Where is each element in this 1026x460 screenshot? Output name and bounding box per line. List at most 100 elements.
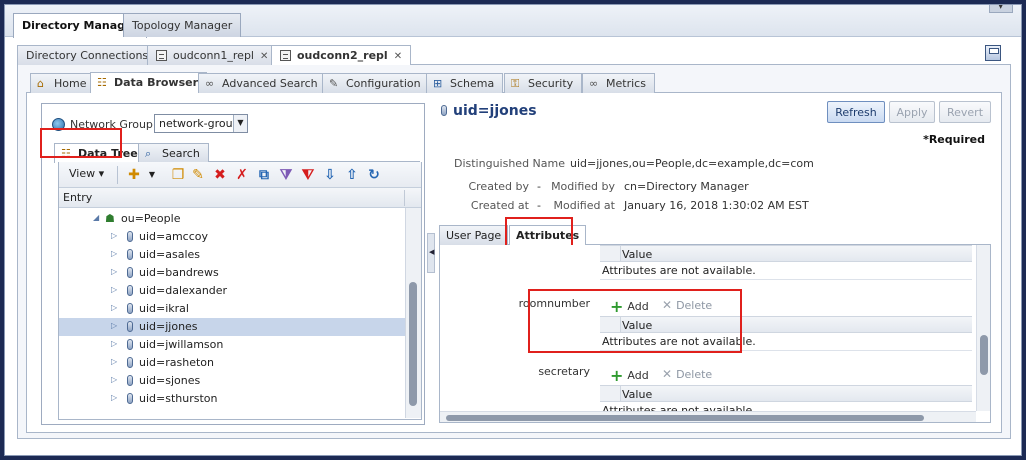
entry-detail-pane: uid=jjones Refresh Apply Revert *Require…	[439, 97, 997, 427]
user-icon	[127, 339, 133, 350]
filter-icon[interactable]: ⧩	[277, 166, 295, 184]
new-from-icon[interactable]: ❐	[169, 166, 187, 184]
tab-metrics[interactable]: ∞ Metrics	[582, 73, 655, 93]
tab-user-page[interactable]: User Page	[439, 225, 509, 245]
tab-schema[interactable]: ⊞ Schema	[426, 73, 504, 93]
user-icon	[127, 357, 133, 368]
scrollbar-thumb[interactable]	[446, 415, 924, 421]
tree-node-people[interactable]: ◢ ☗ ou=People	[59, 210, 405, 228]
tree-scrollbar[interactable]	[405, 208, 421, 418]
created-at-label: Created at	[470, 199, 529, 212]
modified-by-label: Modified by	[551, 180, 615, 193]
app-window: Directory Manager Topology Manager ▼ Dir…	[4, 4, 1022, 456]
collapsed-arrow-icon[interactable]: ▷	[111, 285, 117, 294]
import-icon[interactable]: ⇩	[321, 166, 339, 184]
attributes-vertical-scrollbar[interactable]	[976, 245, 990, 411]
window-menu-button[interactable]: ▼	[989, 5, 1013, 13]
scrollbar-thumb[interactable]	[980, 335, 988, 375]
tree-node-sthurston[interactable]: ▷ uid=sthurston	[59, 390, 405, 408]
tab-oudconn1-repl[interactable]: oudconn1_repl ✕	[147, 45, 278, 65]
tree-node-label: ou=People	[121, 212, 181, 225]
new-entry-icon[interactable]: ✚	[125, 166, 143, 184]
tree-node-label: uid=bandrews	[139, 266, 219, 279]
collapsed-arrow-icon[interactable]: ▷	[111, 231, 117, 240]
scrollbar-thumb[interactable]	[409, 282, 417, 406]
edit-icon[interactable]: ✎	[189, 166, 207, 184]
tree-node-jwillamson[interactable]: ▷ uid=jwillamson	[59, 336, 405, 354]
modified-at-label: Modified at	[553, 199, 616, 212]
refresh-icon[interactable]: ↻	[365, 166, 383, 184]
chevron-down-icon[interactable]: ▼	[143, 166, 161, 184]
tab-search[interactable]: ⌕ Search	[138, 143, 209, 162]
delete-icon[interactable]: ✖	[211, 166, 229, 184]
entry-header-label: Entry	[63, 191, 93, 204]
created-by-label: Created by	[468, 180, 529, 193]
required-note: *Required	[923, 133, 985, 146]
network-group-select[interactable]: network-group ▼	[154, 114, 248, 133]
data-browser-panel: Network Group network-group ▼ ☷ Data Tree …	[26, 93, 1002, 433]
connection-tab-bar: Directory Connections oudconn1_repl ✕ oud…	[17, 45, 1011, 66]
collapsed-arrow-icon[interactable]: ▷	[111, 249, 117, 258]
tree-node-dalexander[interactable]: ▷ uid=dalexander	[59, 282, 405, 300]
document-icon	[280, 50, 291, 61]
add-secretary-button[interactable]: + Add	[610, 366, 649, 385]
export-icon[interactable]: ⇧	[343, 166, 361, 184]
attribute-name-secretary: secretary	[538, 365, 590, 378]
delete-secretary-button[interactable]: ✕ Delete	[662, 367, 712, 381]
collapsed-arrow-icon[interactable]: ▷	[111, 357, 117, 366]
tab-label: oudconn2_repl	[297, 49, 388, 62]
highlight-box	[528, 289, 742, 353]
expanded-arrow-icon[interactable]: ◢	[93, 213, 99, 222]
tab-configuration[interactable]: ✎ Configuration	[322, 73, 430, 93]
tree-node-rasheton[interactable]: ▷ uid=rasheton	[59, 354, 405, 372]
binoculars-icon: ∞	[589, 77, 599, 90]
tab-label: Metrics	[606, 77, 646, 90]
tab-security[interactable]: ⚿ Security	[504, 73, 583, 93]
tree-node-ikral[interactable]: ▷ uid=ikral	[59, 300, 405, 318]
tab-label: Security	[528, 77, 574, 90]
collapsed-arrow-icon[interactable]: ▷	[111, 321, 117, 330]
tab-label: Directory Connections	[26, 49, 149, 62]
tab-topology-manager[interactable]: Topology Manager	[123, 13, 242, 37]
pane-collapse-handle[interactable]: ◀	[427, 233, 435, 273]
tab-data-browser[interactable]: ☷ Data Browser	[90, 72, 208, 94]
tab-directory-connections[interactable]: Directory Connections	[17, 45, 158, 65]
tree-node-label: uid=ikral	[139, 302, 189, 315]
clear-filter-icon[interactable]: ⧨	[299, 166, 317, 184]
save-icon[interactable]	[985, 45, 1001, 61]
tree-node-amccoy[interactable]: ▷ uid=amccoy	[59, 228, 405, 246]
left-pane: Network Group network-group ▼ ☷ Data Tree …	[40, 103, 425, 425]
view-label: View	[69, 167, 96, 180]
tab-oudconn2-repl[interactable]: oudconn2_repl ✕	[271, 45, 412, 66]
tree-node-label: uid=asales	[139, 248, 200, 261]
user-icon	[127, 321, 133, 332]
attributes-horizontal-scrollbar[interactable]	[440, 411, 976, 422]
tree-node-jjones[interactable]: ▷ uid=jjones	[59, 318, 405, 336]
schema-icon: ⊞	[433, 77, 443, 90]
tree-node-sjones[interactable]: ▷ uid=sjones	[59, 372, 405, 390]
apply-button[interactable]: Apply	[889, 101, 935, 123]
collapsed-arrow-icon[interactable]: ▷	[111, 375, 117, 384]
tree-node-bandrews[interactable]: ▷ uid=bandrews	[59, 264, 405, 282]
tab-home[interactable]: ⌂ Home	[30, 73, 96, 93]
collapsed-arrow-icon[interactable]: ▷	[111, 267, 117, 276]
tab-advanced-search[interactable]: ∞ Advanced Search	[198, 73, 327, 93]
collapsed-arrow-icon[interactable]: ▷	[111, 303, 117, 312]
tree-rows: ◢ ☗ ou=People ▷ uid=amccoy ▷ uid=asales ▷ u…	[59, 208, 405, 418]
dn-label: Distinguished Name	[453, 157, 565, 170]
collapsed-arrow-icon[interactable]: ▷	[111, 393, 117, 402]
data-tree: View ▾ ✚ ▼ ❐ ✎ ✖ ✗ ⧉ ⧩ ⧨ ⇩ ⇧ ↻ Entry ◢ ☗…	[58, 162, 422, 420]
highlight-box	[40, 128, 122, 158]
close-icon[interactable]: ✕	[260, 51, 268, 62]
copy-icon[interactable]: ⧉	[255, 166, 273, 184]
close-icon[interactable]: ✕	[394, 51, 402, 62]
revert-button[interactable]: Revert	[939, 101, 991, 123]
entry-column-header[interactable]: Entry	[59, 188, 421, 208]
tree-icon: ☷	[97, 76, 107, 89]
tree-node-asales[interactable]: ▷ uid=asales	[59, 246, 405, 264]
view-menu-button[interactable]: View ▾	[69, 167, 104, 180]
delete-subtree-icon[interactable]: ✗	[233, 166, 251, 184]
column-splitter[interactable]	[404, 190, 405, 206]
collapsed-arrow-icon[interactable]: ▷	[111, 339, 117, 348]
refresh-button[interactable]: Refresh	[827, 101, 885, 123]
